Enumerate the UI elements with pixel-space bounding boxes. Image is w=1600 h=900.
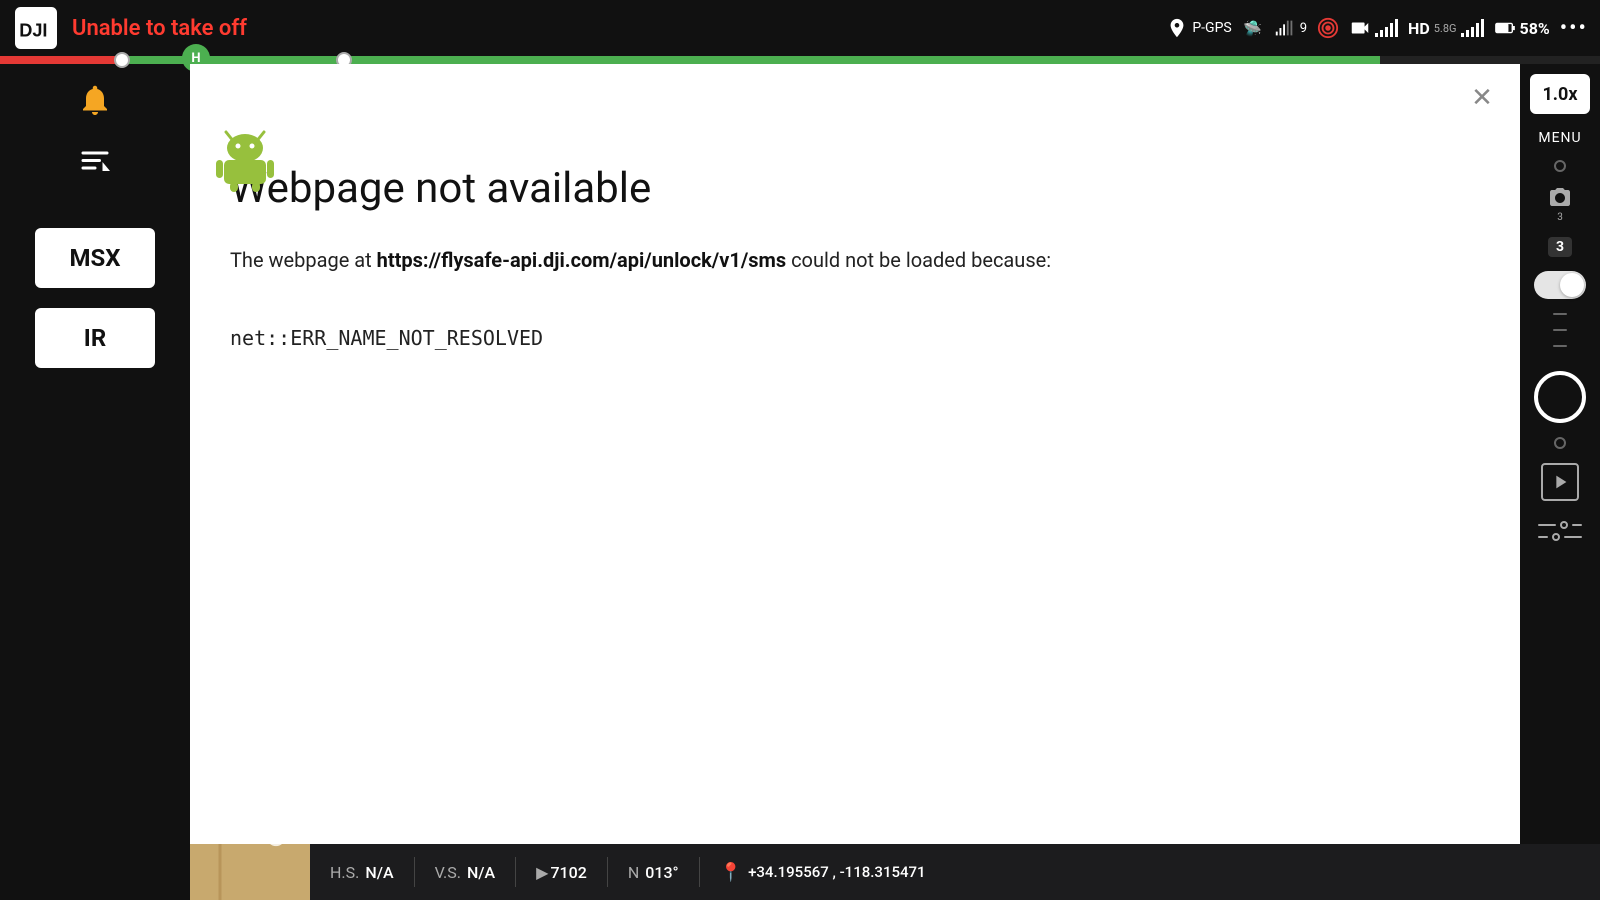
rc-dot-1 <box>1554 160 1566 172</box>
video-id-stat: ▶ 7102 <box>536 863 587 882</box>
settings-dash-3 <box>1538 536 1548 538</box>
slider-dash-2 <box>1553 329 1567 331</box>
progress-handle-left[interactable] <box>114 52 130 68</box>
heading-stat: N 013° <box>628 863 679 882</box>
svg-text:DJI: DJI <box>19 20 47 40</box>
svg-text:🛸: 🛸 <box>1243 19 1262 38</box>
dji-logo: DJI <box>12 4 60 52</box>
divider-4 <box>699 857 700 887</box>
hd-label: HD <box>1408 19 1430 38</box>
vertical-speed-stat: V.S. N/A <box>435 863 496 882</box>
webpage-error-body: The webpage at https://flysafe-api.dji.c… <box>230 244 1480 276</box>
coordinates-value: +34.195567 , -118.315471 <box>748 863 926 881</box>
settings-dash-4 <box>1564 536 1582 538</box>
gps-label: P-GPS <box>1192 20 1231 36</box>
hs-value: N/A <box>365 863 393 882</box>
battery-status: FA 58% <box>1494 17 1550 39</box>
settings-row-1 <box>1538 521 1582 529</box>
video-signal-bars <box>1375 19 1398 37</box>
heading-value: 013° <box>645 863 678 882</box>
video-id: 7102 <box>550 863 586 882</box>
mode-toggle[interactable] <box>1534 271 1586 299</box>
more-options-button[interactable]: ••• <box>1560 16 1588 41</box>
camera-button[interactable]: 3 <box>1548 186 1572 223</box>
divider-3 <box>607 857 608 887</box>
gps-status: P-GPS <box>1166 17 1231 39</box>
bottom-status-bar: H.S. N/A V.S. N/A ▶ 7102 N 013° 📍 +34.19… <box>310 844 1600 900</box>
coordinates-stat: 📍 +34.195567 , -118.315471 <box>720 862 926 883</box>
dialog-content: Webpage not available The webpage at htt… <box>190 64 1520 390</box>
ir-button[interactable]: IR <box>35 308 155 368</box>
topbar: DJI Unable to take off P-GPS 🛸 9 <box>0 0 1600 56</box>
playback-button[interactable] <box>1541 463 1579 501</box>
progress-bar-row: H <box>0 56 1600 64</box>
progress-green <box>120 56 1380 64</box>
play-icon: ▶ <box>536 863 548 882</box>
vs-label: V.S. <box>435 863 461 882</box>
menu-button[interactable]: MENU <box>1538 130 1581 146</box>
settings-dash-1 <box>1538 524 1556 526</box>
divider-2 <box>515 857 516 887</box>
settings-knob-1 <box>1560 521 1568 529</box>
android-icon <box>210 124 280 194</box>
body-suffix: could not be loaded because: <box>786 248 1051 272</box>
msx-button[interactable]: MSX <box>35 228 155 288</box>
aperture-badge: 3 <box>1548 237 1572 257</box>
slider-dash-1 <box>1553 313 1567 315</box>
zoom-button[interactable]: 1.0x <box>1530 74 1590 114</box>
dialog-close-button[interactable]: ✕ <box>1464 80 1500 116</box>
signal-count: 9 <box>1300 21 1307 36</box>
toggle-knob <box>1560 273 1584 297</box>
settings-dash-2 <box>1572 524 1582 526</box>
shutter-button[interactable] <box>1534 371 1586 423</box>
rc-signal-status: 9 <box>1274 17 1307 39</box>
right-sidebar: 1.0x MENU 3 3 <box>1520 64 1600 844</box>
speaker-list-button[interactable] <box>69 136 121 188</box>
hs-label: H.S. <box>330 863 359 882</box>
progress-red <box>0 56 120 64</box>
pin-icon: 📍 <box>720 862 742 883</box>
battery-percent: 58% <box>1520 19 1550 38</box>
error-url[interactable]: https://flysafe-api.dji.com/api/unlock/v… <box>377 248 786 272</box>
slider-dash-3 <box>1553 345 1567 347</box>
warning-status <box>1317 17 1339 39</box>
settings-knob-2 <box>1552 533 1560 541</box>
hd-signal-bars <box>1461 19 1484 37</box>
webpage-not-available-title: Webpage not available <box>230 164 1480 214</box>
camera-sublabel: 3 <box>1557 212 1563 223</box>
body-prefix: The webpage at <box>230 248 377 272</box>
error-code: net::ERR_NAME_NOT_RESOLVED <box>230 326 1480 350</box>
video-signal-status <box>1349 17 1398 39</box>
webview-dialog: ✕ Webpage not available The webpage at h… <box>190 64 1520 844</box>
settings-button[interactable] <box>1538 521 1582 541</box>
svg-text:FA: FA <box>1496 27 1503 33</box>
hd-freq: 5.8G <box>1434 22 1457 35</box>
hd-status: HD 5.8G <box>1408 19 1483 38</box>
vs-value: N/A <box>467 863 495 882</box>
notification-button[interactable] <box>69 74 121 126</box>
rc-dot-2 <box>1554 437 1566 449</box>
drone-status: 🛸 <box>1242 17 1264 39</box>
direction-label: N <box>628 863 639 882</box>
alert-title: Unable to take off <box>72 16 247 41</box>
topbar-status-row: P-GPS 🛸 9 <box>1166 16 1588 41</box>
divider-1 <box>414 857 415 887</box>
left-sidebar: MSX IR <box>0 64 190 900</box>
horizontal-speed-stat: H.S. N/A <box>330 863 394 882</box>
settings-row-2 <box>1538 533 1582 541</box>
